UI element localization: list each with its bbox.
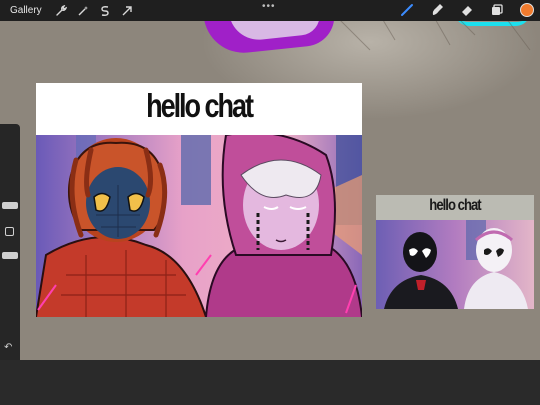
artwork-small-title: hello chat <box>429 197 481 214</box>
square-modify-icon[interactable] <box>5 227 14 236</box>
brush-icon[interactable] <box>400 3 414 17</box>
layers-icon[interactable] <box>490 3 504 17</box>
current-color-swatch[interactable] <box>520 3 534 17</box>
left-sidebar: ↶ ↷ <box>0 124 20 384</box>
artwork-main-illustration <box>36 135 362 317</box>
eraser-icon[interactable] <box>460 3 474 17</box>
wrench-icon[interactable] <box>54 4 68 18</box>
undo-icon[interactable]: ↶ <box>4 342 12 353</box>
artwork-small[interactable]: hello chat <box>376 195 534 309</box>
more-dots-icon[interactable]: ••• <box>262 1 276 12</box>
top-toolbar: Gallery ••• <box>0 0 540 21</box>
artwork-small-illustration <box>376 220 534 309</box>
transform-arrow-icon[interactable] <box>120 4 134 18</box>
gallery-button[interactable]: Gallery <box>10 5 42 16</box>
tool-group <box>400 3 534 17</box>
selection-s-icon[interactable] <box>98 4 112 18</box>
opacity-slider[interactable] <box>2 252 18 259</box>
artwork-main[interactable]: hello chat <box>36 83 362 317</box>
drawing-canvas[interactable]: hello chat hello chat <box>0 20 540 360</box>
bottom-bar <box>0 360 540 405</box>
sketch-lines <box>339 20 531 51</box>
artwork-main-title: hello chat <box>146 87 254 124</box>
smudge-icon[interactable] <box>430 3 444 17</box>
brush-size-slider[interactable] <box>2 202 18 209</box>
magic-wand-icon[interactable] <box>76 4 90 18</box>
